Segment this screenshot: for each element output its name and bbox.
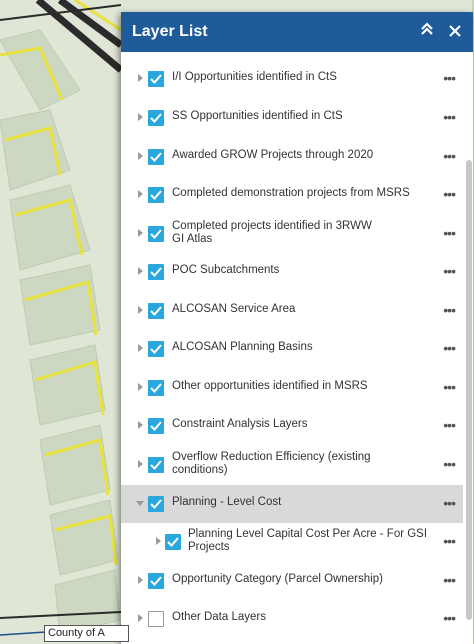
panel-title: Layer List — [132, 23, 208, 40]
expand-arrow-icon[interactable] — [138, 190, 143, 198]
layer-checkbox[interactable] — [148, 303, 164, 319]
more-options-icon[interactable]: ••• — [443, 534, 456, 548]
more-options-icon[interactable]: ••• — [443, 110, 456, 124]
layer-row-constraint-analysis[interactable]: Constraint Analysis Layers ••• — [121, 407, 463, 445]
layer-label: Planning - Level Cost — [172, 496, 282, 508]
more-options-icon[interactable]: ••• — [443, 457, 456, 471]
layer-checkbox[interactable] — [148, 418, 164, 434]
expand-arrow-icon[interactable] — [138, 267, 143, 275]
expand-arrow-icon[interactable] — [138, 576, 143, 584]
layer-label: Opportunity Category (Parcel Ownership) — [172, 573, 383, 585]
layer-label: Constraint Analysis Layers — [172, 418, 308, 430]
collapse-arrow-icon[interactable] — [136, 501, 144, 506]
layer-row-ss-opportunities[interactable]: SS Opportunities identified in CtS ••• — [121, 99, 463, 137]
expand-arrow-icon[interactable] — [138, 383, 143, 391]
more-options-icon[interactable]: ••• — [443, 226, 456, 240]
layer-row-planning-level-cost[interactable]: Planning - Level Cost ••• — [121, 485, 463, 523]
layer-checkbox[interactable] — [148, 264, 164, 280]
layer-label: Awarded GROW Projects through 2020 — [172, 149, 374, 161]
close-icon[interactable] — [445, 22, 465, 42]
expand-arrow-icon[interactable] — [138, 460, 143, 468]
expand-arrow-icon[interactable] — [138, 344, 143, 352]
more-options-icon[interactable]: ••• — [443, 611, 456, 625]
layer-checkbox[interactable] — [165, 534, 181, 550]
layer-label: Other Data Layers — [172, 611, 266, 623]
more-options-icon[interactable]: ••• — [443, 496, 456, 510]
more-options-icon[interactable]: ••• — [443, 264, 456, 278]
more-options-icon[interactable]: ••• — [443, 187, 456, 201]
map-attribution: County of A — [44, 625, 129, 642]
expand-arrow-icon[interactable] — [138, 152, 143, 160]
layer-checkbox[interactable] — [148, 110, 164, 126]
more-options-icon[interactable]: ••• — [443, 149, 456, 163]
expand-arrow-icon[interactable] — [138, 306, 143, 314]
layer-checkbox[interactable] — [148, 611, 164, 627]
more-options-icon[interactable]: ••• — [443, 71, 456, 85]
layer-label: Completed projects identified in 3RWW GI… — [172, 220, 372, 245]
layer-row-capital-cost-per-acre[interactable]: Planning Level Capital Cost Per Acre - F… — [121, 523, 463, 561]
layer-label: ALCOSAN Planning Basins — [172, 341, 313, 353]
close-icon-graphic — [449, 25, 461, 37]
expand-arrow-icon[interactable] — [138, 229, 143, 237]
more-options-icon[interactable]: ••• — [443, 573, 456, 587]
layer-row-gi-atlas[interactable]: Completed projects identified in 3RWW GI… — [121, 215, 463, 253]
layer-row-alcosan-planning-basins[interactable]: ALCOSAN Planning Basins ••• — [121, 330, 463, 368]
scrollbar[interactable] — [466, 160, 472, 620]
layer-checkbox[interactable] — [148, 496, 164, 512]
layer-checkbox[interactable] — [148, 573, 164, 589]
layer-checkbox[interactable] — [148, 226, 164, 242]
double-chevron-up-icon-graphic — [421, 22, 433, 35]
layer-row-poc-subcatchments[interactable]: POC Subcatchments ••• — [121, 253, 463, 291]
layer-label: Planning Level Capital Cost Per Acre - F… — [188, 528, 428, 553]
panel-header: Layer List — [121, 12, 473, 52]
layer-list-panel: Layer List I/I Opportunities identified … — [121, 12, 473, 644]
expand-arrow-icon[interactable] — [156, 537, 161, 545]
layer-row-other-data-layers[interactable]: Other Data Layers ••• — [121, 600, 463, 638]
more-options-icon[interactable]: ••• — [443, 341, 456, 355]
expand-arrow-icon[interactable] — [138, 614, 143, 622]
layer-label: ALCOSAN Service Area — [172, 303, 296, 315]
layer-label: Completed demonstration projects from MS… — [172, 187, 410, 199]
layer-checkbox[interactable] — [148, 341, 164, 357]
more-options-icon[interactable]: ••• — [443, 380, 456, 394]
layer-checkbox[interactable] — [148, 187, 164, 203]
more-options-icon[interactable]: ••• — [443, 303, 456, 317]
expand-arrow-icon[interactable] — [138, 74, 143, 82]
layer-label: Overflow Reduction Efficiency (existing … — [172, 451, 371, 476]
layer-label: SS Opportunities identified in CtS — [172, 110, 343, 122]
layer-label: Other opportunities identified in MSRS — [172, 380, 368, 392]
layer-checkbox[interactable] — [148, 380, 164, 396]
layer-row-opportunity-category[interactable]: Opportunity Category (Parcel Ownership) … — [121, 562, 463, 600]
layer-row-ii-opportunities[interactable]: I/I Opportunities identified in CtS ••• — [121, 60, 463, 98]
expand-arrow-icon[interactable] — [138, 421, 143, 429]
layer-row-other-opportunities[interactable]: Other opportunities identified in MSRS •… — [121, 369, 463, 407]
layer-checkbox[interactable] — [148, 457, 164, 473]
layer-label: POC Subcatchments — [172, 264, 280, 276]
expand-arrow-icon[interactable] — [138, 113, 143, 121]
layer-checkbox[interactable] — [148, 71, 164, 87]
layer-row-overflow-reduction[interactable]: Overflow Reduction Efficiency (existing … — [121, 446, 463, 484]
more-options-icon[interactable]: ••• — [443, 418, 456, 432]
layer-checkbox[interactable] — [148, 149, 164, 165]
layer-row-demonstration-projects[interactable]: Completed demonstration projects from MS… — [121, 176, 463, 214]
double-chevron-up-icon[interactable] — [417, 22, 437, 42]
layer-row-alcosan-service-area[interactable]: ALCOSAN Service Area ••• — [121, 292, 463, 330]
layer-row-grow-projects[interactable]: Awarded GROW Projects through 2020 ••• — [121, 138, 463, 176]
layer-label: I/I Opportunities identified in CtS — [172, 71, 337, 83]
